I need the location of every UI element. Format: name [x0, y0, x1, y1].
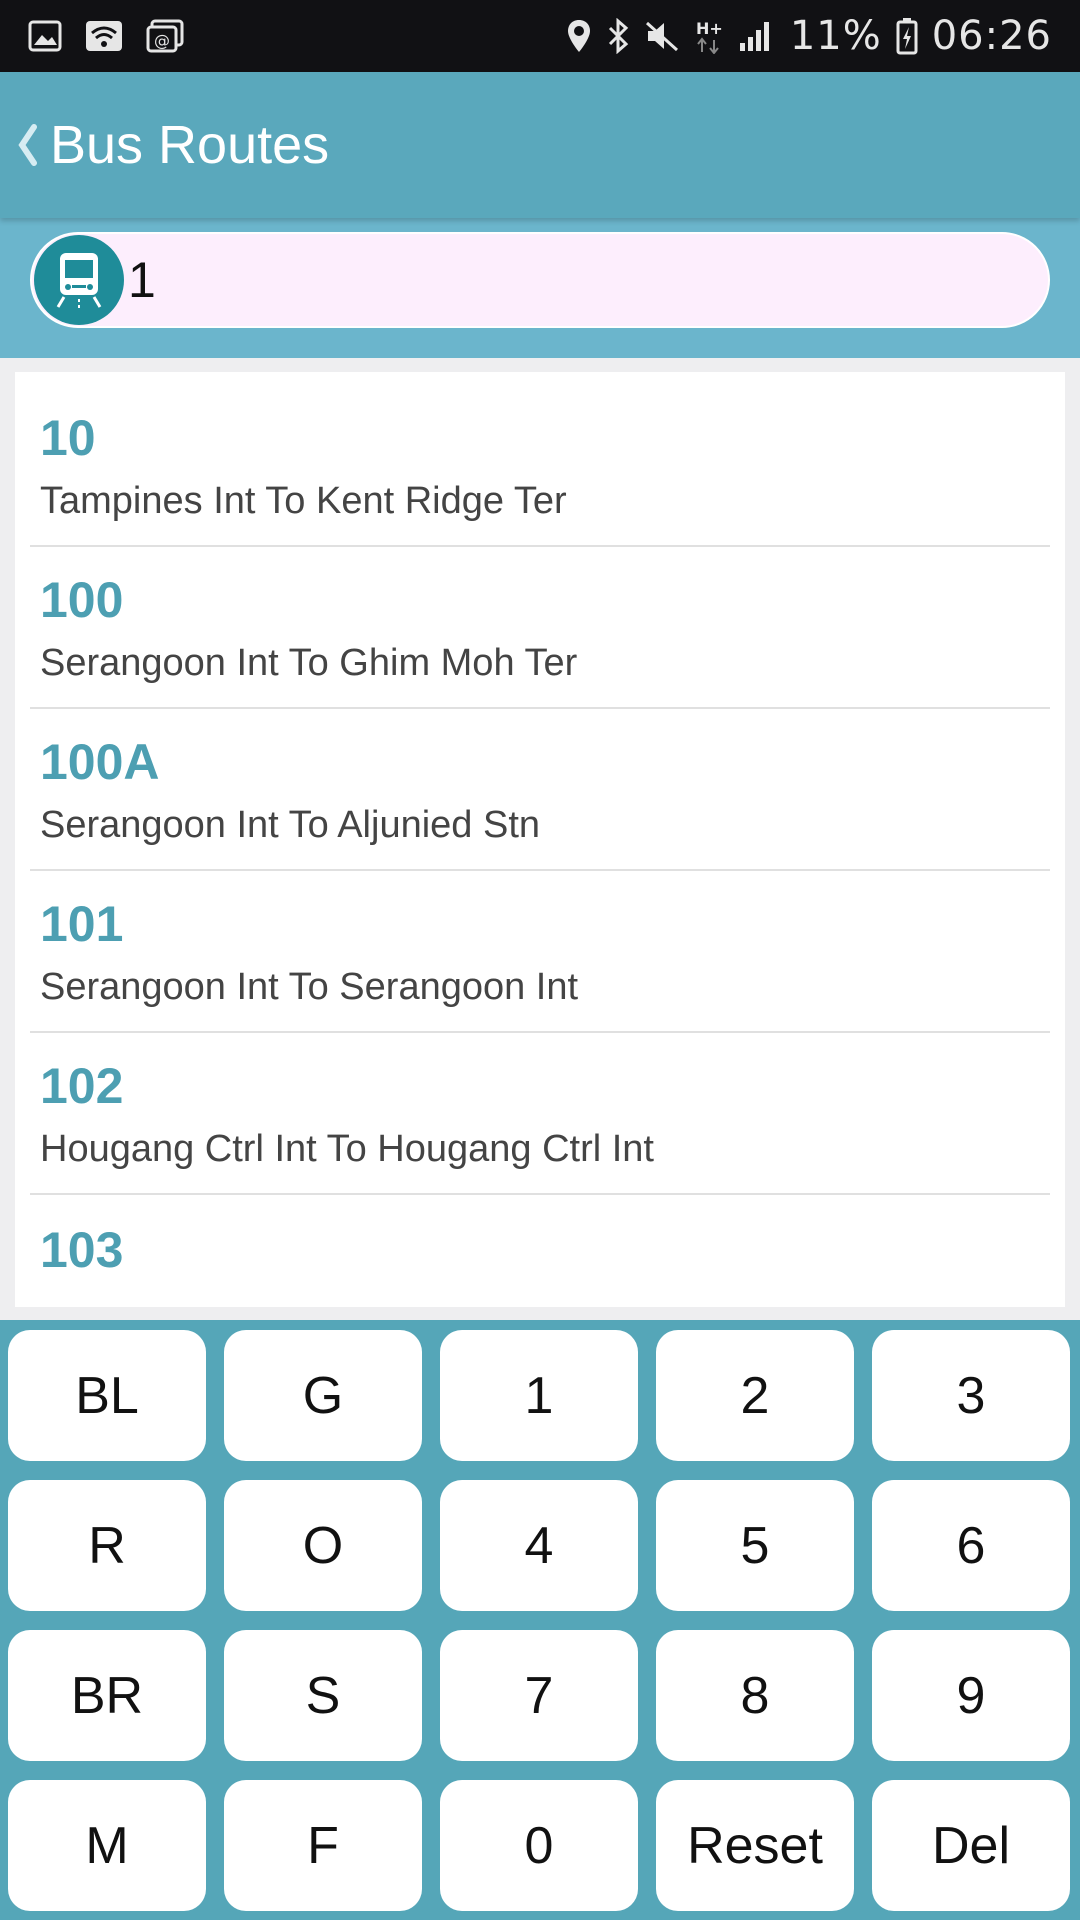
key-m[interactable]: M: [8, 1780, 206, 1911]
chevron-left-icon[interactable]: [10, 115, 44, 175]
route-search-field[interactable]: 1: [30, 232, 1050, 328]
key-6[interactable]: 6: [872, 1480, 1070, 1611]
key-g[interactable]: G: [224, 1330, 422, 1461]
key-0[interactable]: 0: [440, 1780, 638, 1911]
status-bar: @ H+ 11% 06:26: [0, 0, 1080, 72]
route-number: 102: [40, 1058, 124, 1114]
route-list: 10 Tampines Int To Kent Ridge Ter 100 Se…: [15, 372, 1065, 1307]
key-8[interactable]: 8: [656, 1630, 854, 1761]
route-number: 101: [40, 896, 124, 952]
signal-icon: [738, 19, 776, 53]
bluetooth-icon: [606, 18, 630, 54]
route-description: Serangoon Int To Ghim Moh Ter: [40, 642, 578, 684]
reset-button[interactable]: Reset: [656, 1780, 854, 1911]
wifi-icon: [84, 19, 124, 53]
key-7[interactable]: 7: [440, 1630, 638, 1761]
route-number: 100A: [40, 734, 160, 790]
route-number: 10: [40, 410, 96, 466]
image-icon: [28, 19, 62, 53]
svg-text:@: @: [154, 31, 170, 50]
search-input[interactable]: 1: [128, 251, 156, 309]
list-item-route-100a[interactable]: 100A Serangoon Int To Aljunied Stn: [30, 709, 1050, 871]
key-9[interactable]: 9: [872, 1630, 1070, 1761]
list-item-route-103[interactable]: 103: [30, 1195, 1050, 1307]
battery-percent: 11%: [789, 13, 882, 59]
key-o[interactable]: O: [224, 1480, 422, 1611]
hplus-icon: H+: [694, 18, 724, 54]
key-f[interactable]: F: [224, 1780, 422, 1911]
route-number: 103: [40, 1222, 124, 1278]
delete-button[interactable]: Del: [872, 1780, 1070, 1911]
route-description: Serangoon Int To Serangoon Int: [40, 966, 579, 1008]
key-br[interactable]: BR: [8, 1630, 206, 1761]
list-item-route-10[interactable]: 10 Tampines Int To Kent Ridge Ter: [30, 372, 1050, 547]
list-item-route-102[interactable]: 102 Hougang Ctrl Int To Hougang Ctrl Int: [30, 1033, 1050, 1195]
list-item-route-101[interactable]: 101 Serangoon Int To Serangoon Int: [30, 871, 1050, 1033]
route-description: Serangoon Int To Aljunied Stn: [40, 804, 541, 846]
route-description: Tampines Int To Kent Ridge Ter: [40, 480, 567, 522]
key-5[interactable]: 5: [656, 1480, 854, 1611]
app-bar: Bus Routes: [0, 72, 1080, 218]
bus-icon: [34, 235, 124, 325]
location-icon: [566, 18, 592, 54]
clock: 06:26: [931, 13, 1052, 59]
page-title[interactable]: Bus Routes: [50, 114, 329, 176]
key-4[interactable]: 4: [440, 1480, 638, 1611]
key-2[interactable]: 2: [656, 1330, 854, 1461]
route-description: Hougang Ctrl Int To Hougang Ctrl Int: [40, 1128, 654, 1170]
cast-icon: @: [146, 19, 184, 53]
route-keypad: BL G 1 2 3 R O 4 5 6 BR S 7 8 9 M F 0 Re…: [0, 1320, 1080, 1920]
svg-text:H+: H+: [696, 19, 723, 38]
search-area: 1: [0, 218, 1080, 358]
key-s[interactable]: S: [224, 1630, 422, 1761]
list-item-route-100[interactable]: 100 Serangoon Int To Ghim Moh Ter: [30, 547, 1050, 709]
key-3[interactable]: 3: [872, 1330, 1070, 1461]
key-bl[interactable]: BL: [8, 1330, 206, 1461]
battery-icon: [896, 17, 918, 55]
key-r[interactable]: R: [8, 1480, 206, 1611]
mute-icon: [644, 18, 680, 54]
key-1[interactable]: 1: [440, 1330, 638, 1461]
route-number: 100: [40, 572, 124, 628]
